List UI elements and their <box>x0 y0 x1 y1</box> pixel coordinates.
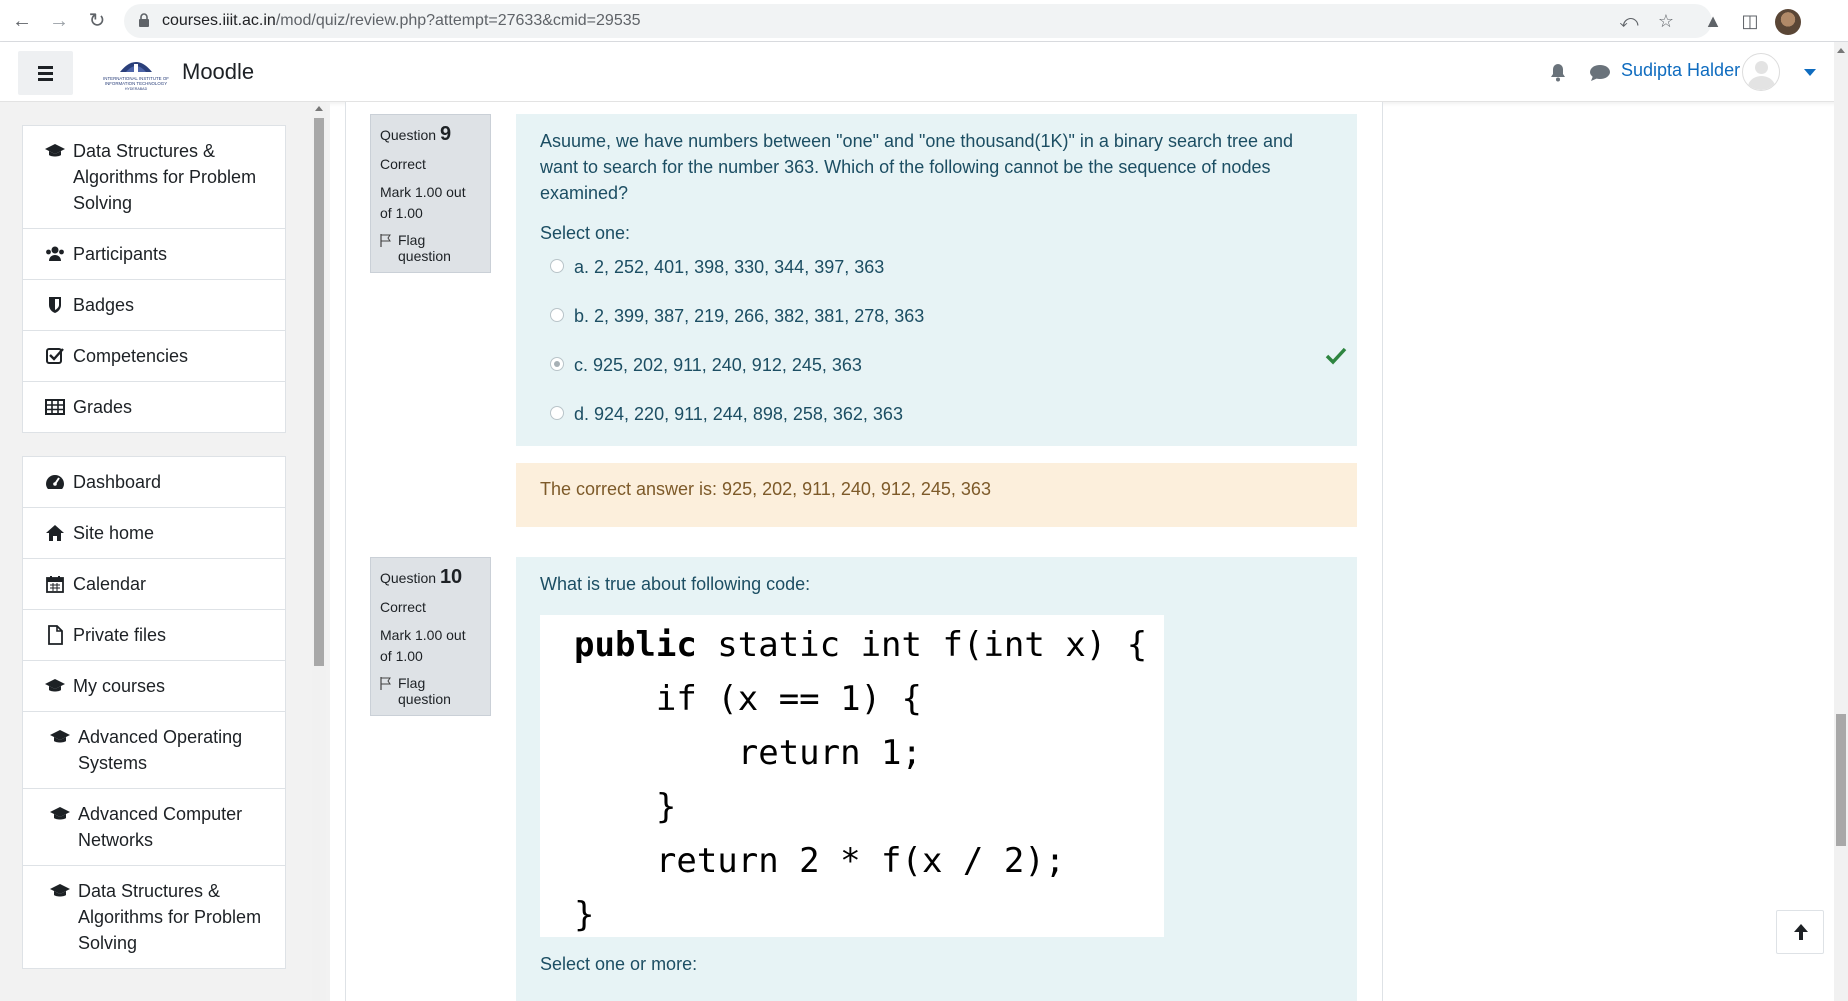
correct-check-icon <box>1325 347 1347 365</box>
select-prompt: Select one: <box>540 223 631 243</box>
side-panel-icon[interactable]: ◫ <box>1739 10 1761 32</box>
answer-option-a[interactable]: a. 2, 252, 401, 398, 330, 344, 397, 363 <box>540 246 1333 295</box>
share-icon[interactable]: ⤺ <box>1618 10 1640 32</box>
drawer-item-competencies[interactable]: Competencies <box>22 331 286 382</box>
reload-icon[interactable]: ↻ <box>86 10 108 32</box>
drawer-item-course-aos[interactable]: Advanced Operating Systems <box>22 712 286 789</box>
iiit-logo[interactable]: INTERNATIONAL INSTITUTE OF INFORMATION T… <box>98 54 174 92</box>
drawer-item-dashboard[interactable]: Dashboard <box>22 456 286 508</box>
table-icon <box>45 399 65 415</box>
question-number: Question 10 <box>380 566 463 588</box>
site-nav-list: Dashboard Site home Calendar Private fil… <box>22 456 286 969</box>
back-arrow-icon[interactable]: ← <box>11 10 33 32</box>
graduation-cap-icon <box>50 884 70 897</box>
code-snippet-image: public static int f(int x) { if (x == 1)… <box>540 615 1164 937</box>
question-9-feedback: The correct answer is: 925, 202, 911, 24… <box>516 463 1357 527</box>
question-number: Question 9 <box>380 123 452 145</box>
user-avatar[interactable] <box>1742 53 1780 91</box>
messages-icon[interactable] <box>1589 64 1611 82</box>
browser-toolbar: ← → ↻ courses.iiit.ac.in/mod/quiz/review… <box>0 0 1848 42</box>
question-text: What is true about following code: <box>540 574 811 594</box>
arrow-up-icon <box>1794 924 1808 940</box>
graduation-cap-icon <box>50 807 70 820</box>
page-scrollbar[interactable] <box>1834 42 1848 1001</box>
user-menu-caret-icon[interactable] <box>1804 69 1816 76</box>
graduation-cap-icon <box>50 730 70 743</box>
check-square-icon <box>46 348 64 364</box>
moodle-navbar: INTERNATIONAL INSTITUTE OF INFORMATION T… <box>0 42 1848 102</box>
question-state: Correct <box>380 599 426 615</box>
site-brand[interactable]: Moodle <box>182 59 254 85</box>
drawer-item-course[interactable]: Data Structures & Algorithms for Problem… <box>22 125 286 229</box>
nav-drawer: Data Structures & Algorithms for Problem… <box>0 102 330 1001</box>
radio-button[interactable] <box>550 259 564 273</box>
drawer-item-course-dsa[interactable]: Data Structures & Algorithms for Problem… <box>22 866 286 969</box>
drawer-scrollbar[interactable] <box>312 102 326 1001</box>
question-9-info: Question 9 Correct Mark 1.00 out of 1.00… <box>370 114 491 273</box>
question-grade: Mark 1.00 out of 1.00 <box>380 627 466 664</box>
radio-button[interactable] <box>550 406 564 420</box>
back-to-top-button[interactable] <box>1776 910 1824 954</box>
quiz-review-region: Question 9 Correct Mark 1.00 out of 1.00… <box>345 102 1383 1001</box>
drawer-item-participants[interactable]: Participants <box>22 229 286 280</box>
radio-button-selected[interactable] <box>550 357 564 371</box>
lock-icon <box>139 13 149 27</box>
answer-option-d[interactable]: d. 924, 220, 911, 244, 898, 258, 362, 36… <box>540 393 1333 442</box>
graduation-cap-icon <box>45 144 65 157</box>
flag-icon <box>380 677 391 690</box>
users-icon <box>46 246 64 261</box>
radio-button[interactable] <box>550 308 564 322</box>
tachometer-icon <box>46 475 64 489</box>
select-prompt: Select one or more: <box>540 954 698 974</box>
drawer-item-private-files[interactable]: Private files <box>22 610 286 661</box>
drawer-item-badges[interactable]: Badges <box>22 280 286 331</box>
question-9-formulation: Asuume, we have numbers between "one" an… <box>516 114 1357 446</box>
question-10-info: Question 10 Correct Mark 1.00 out of 1.0… <box>370 557 491 716</box>
drawer-item-course-acn[interactable]: Advanced Computer Networks <box>22 789 286 866</box>
drawer-toggle-button[interactable] <box>18 51 73 95</box>
question-state: Correct <box>380 156 426 172</box>
drawer-item-grades[interactable]: Grades <box>22 382 286 433</box>
drawer-item-my-courses[interactable]: My courses <box>22 661 286 712</box>
flag-question-link[interactable]: Flag question <box>380 675 481 707</box>
answer-option-b[interactable]: b. 2, 399, 387, 219, 266, 382, 381, 278,… <box>540 295 1333 344</box>
correct-answer-text: The correct answer is: 925, 202, 911, 24… <box>540 479 991 499</box>
svg-text:HYDERABAD: HYDERABAD <box>125 87 148 91</box>
question-10-formulation: What is true about following code: publi… <box>516 557 1357 1001</box>
url-text: courses.iiit.ac.in/mod/quiz/review.php?a… <box>162 12 641 29</box>
notification-bell-icon[interactable] <box>1548 62 1568 82</box>
file-icon <box>48 625 63 645</box>
forward-arrow-icon[interactable]: → <box>48 10 70 32</box>
calendar-icon <box>46 576 64 593</box>
drawer-item-calendar[interactable]: Calendar <box>22 559 286 610</box>
bookmark-star-icon[interactable]: ☆ <box>1655 10 1677 32</box>
browser-profile-avatar[interactable] <box>1775 9 1801 35</box>
question-text: Asuume, we have numbers between "one" an… <box>540 131 1294 203</box>
home-icon <box>46 525 64 541</box>
user-name[interactable]: Sudipta Halder <box>1621 60 1740 81</box>
flag-question-link[interactable]: Flag question <box>380 232 481 264</box>
extensions-icon[interactable]: ▲ <box>1702 10 1724 32</box>
svg-text:INFORMATION TECHNOLOGY: INFORMATION TECHNOLOGY <box>105 81 167 86</box>
question-grade: Mark 1.00 out of 1.00 <box>380 184 466 221</box>
drawer-item-site-home[interactable]: Site home <box>22 508 286 559</box>
address-bar[interactable]: courses.iiit.ac.in/mod/quiz/review.php?a… <box>124 4 1712 38</box>
answer-option-c[interactable]: c. 925, 202, 911, 240, 912, 245, 363 <box>540 344 1347 393</box>
course-nav-list: Data Structures & Algorithms for Problem… <box>22 125 286 433</box>
badge-shield-icon <box>49 297 61 313</box>
flag-icon <box>380 234 391 247</box>
graduation-cap-icon <box>45 679 65 692</box>
